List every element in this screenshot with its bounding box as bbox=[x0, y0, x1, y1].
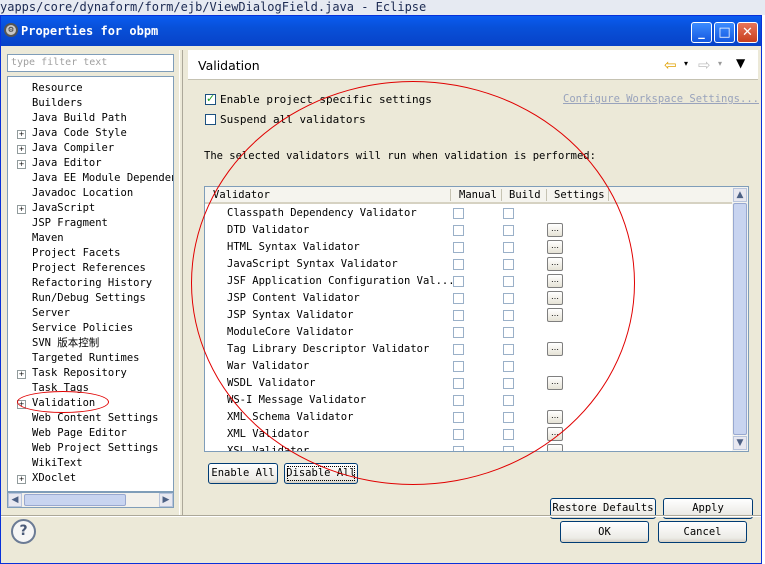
tree-item[interactable]: Java Code Style bbox=[32, 126, 127, 141]
tree-item[interactable]: XDoclet bbox=[32, 471, 76, 486]
dialog-title: Properties for obpm bbox=[21, 24, 159, 38]
forward-dropdown-icon[interactable]: ▾ bbox=[718, 59, 722, 68]
scroll-down-icon[interactable]: ▼ bbox=[733, 436, 747, 450]
property-tree[interactable]: Resource Builders Java Build Path Java Code… bbox=[7, 76, 174, 492]
tree-item[interactable]: Project Facets bbox=[32, 246, 121, 261]
annotation-circle-large bbox=[191, 81, 635, 485]
tree-item[interactable]: Refactoring History bbox=[32, 276, 152, 291]
ok-button[interactable]: OK bbox=[560, 521, 649, 543]
forward-arrow-icon[interactable]: ⇨ bbox=[698, 56, 711, 74]
expand-plus-icon[interactable]: + bbox=[17, 205, 26, 214]
tree-item[interactable]: Java Compiler bbox=[32, 141, 114, 156]
tree-item[interactable]: WikiText bbox=[32, 456, 83, 471]
scroll-right-icon[interactable]: ▶ bbox=[159, 493, 173, 507]
tree-item[interactable]: Java Editor bbox=[32, 156, 102, 171]
expand-plus-icon[interactable]: + bbox=[17, 145, 26, 154]
background-window-title: yapps/core/dynaform/form/ejb/ViewDialogF… bbox=[0, 0, 765, 15]
tree-item[interactable]: Java Build Path bbox=[32, 111, 127, 126]
tree-item[interactable]: Web Page Editor bbox=[32, 426, 127, 441]
back-arrow-icon[interactable]: ⇦ bbox=[664, 56, 677, 74]
tree-item[interactable]: Javadoc Location bbox=[32, 186, 133, 201]
expand-plus-icon[interactable]: + bbox=[17, 130, 26, 139]
table-vertical-scrollbar[interactable]: ▲ ▼ bbox=[732, 187, 748, 451]
tree-item[interactable]: Maven bbox=[32, 231, 64, 246]
settings-button[interactable]: … bbox=[547, 444, 563, 451]
tree-item[interactable]: JSP Fragment bbox=[32, 216, 108, 231]
filter-input[interactable]: type filter text bbox=[7, 54, 174, 72]
maximize-button[interactable]: □ bbox=[714, 22, 735, 43]
annotation-circle-validation bbox=[17, 391, 109, 413]
close-button[interactable]: ✕ bbox=[737, 22, 758, 43]
back-dropdown-icon[interactable]: ▾ bbox=[684, 59, 688, 68]
tree-horizontal-scrollbar[interactable]: ◀ ▶ bbox=[7, 492, 174, 508]
expand-plus-icon[interactable]: + bbox=[17, 370, 26, 379]
tree-item[interactable]: Run/Debug Settings bbox=[32, 291, 146, 306]
expand-plus-icon[interactable]: + bbox=[17, 160, 26, 169]
view-menu-icon[interactable]: ▼ bbox=[736, 56, 745, 70]
dialog-titlebar[interactable]: ⚙ Properties for obpm _ □ ✕ bbox=[1, 16, 761, 46]
scrollbar-thumb[interactable] bbox=[24, 494, 126, 506]
cancel-button[interactable]: Cancel bbox=[658, 521, 747, 543]
suspend-all-checkbox[interactable] bbox=[205, 114, 216, 125]
scroll-left-icon[interactable]: ◀ bbox=[8, 493, 22, 507]
configure-workspace-link[interactable]: Configure Workspace Settings... bbox=[563, 93, 759, 105]
enable-specific-checkbox[interactable] bbox=[205, 92, 216, 105]
tree-item[interactable]: JavaScript bbox=[32, 201, 95, 216]
tree-item[interactable]: Task Repository bbox=[32, 366, 127, 381]
tree-item[interactable]: Project References bbox=[32, 261, 146, 276]
tree-item[interactable]: Service Policies bbox=[32, 321, 133, 336]
page-header: Validation ⇦ ▾ ⇨ ▾ ▼ bbox=[188, 50, 758, 80]
enable-all-button[interactable]: Enable All bbox=[208, 463, 278, 484]
tree-item[interactable]: Web Content Settings bbox=[32, 411, 158, 426]
pane-sash[interactable] bbox=[179, 50, 183, 516]
help-icon[interactable]: ? bbox=[11, 519, 36, 544]
tree-item[interactable]: Builders bbox=[32, 96, 83, 111]
properties-dialog: ⚙ Properties for obpm _ □ ✕ type filter … bbox=[0, 15, 762, 564]
expand-plus-icon[interactable]: + bbox=[17, 475, 26, 484]
tree-item[interactable]: Resource bbox=[32, 81, 83, 96]
page-title: Validation bbox=[198, 58, 260, 73]
scroll-up-icon[interactable]: ▲ bbox=[733, 188, 747, 202]
gear-icon: ⚙ bbox=[4, 23, 18, 37]
tree-item[interactable]: Server bbox=[32, 306, 70, 321]
tree-item[interactable]: SVN 版本控制 bbox=[32, 336, 99, 351]
minimize-button[interactable]: _ bbox=[691, 22, 712, 43]
tree-item[interactable]: Web Project Settings bbox=[32, 441, 158, 456]
scrollbar-thumb[interactable] bbox=[733, 203, 747, 435]
tree-item[interactable]: Java EE Module Dependenc bbox=[32, 171, 173, 186]
tree-item[interactable]: Targeted Runtimes bbox=[32, 351, 139, 366]
